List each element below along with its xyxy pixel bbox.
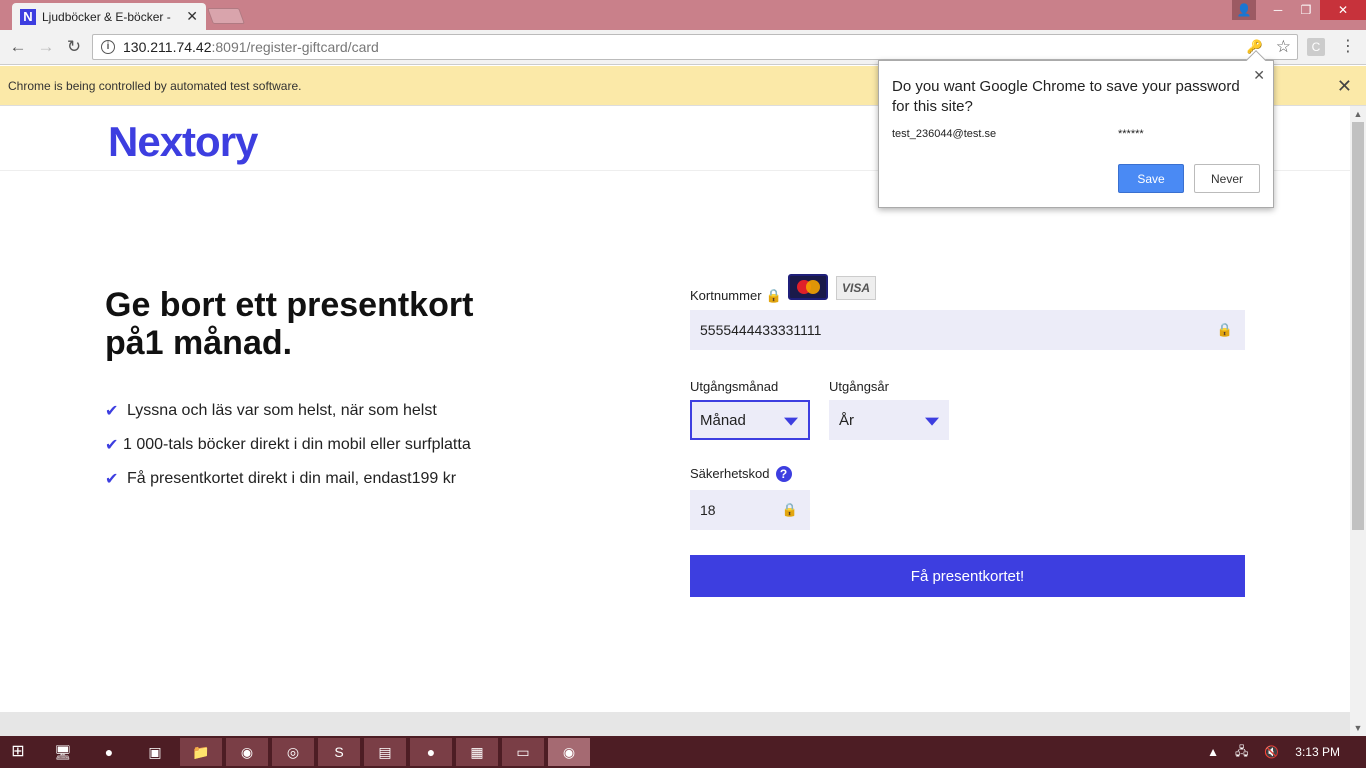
visa-icon: VISA	[836, 276, 876, 300]
submit-button[interactable]: Få presentkortet!	[690, 555, 1245, 597]
save-password-dialog: Do you want Google Chrome to save your p…	[878, 50, 1274, 208]
restore-button[interactable]: ❐	[1292, 0, 1320, 20]
window-controls: 👤 ─ ❐ ✕	[1232, 0, 1366, 20]
minimize-button[interactable]: ─	[1264, 0, 1292, 20]
expiry-year-label: Utgångsår	[829, 379, 889, 394]
cvc-input[interactable]: 18 🔒	[690, 490, 810, 530]
taskbar-firefox-icon[interactable]: ◎	[272, 738, 314, 766]
extension-icon[interactable]: C	[1307, 38, 1325, 56]
taskbar-cmd-icon[interactable]: ▭	[502, 738, 544, 766]
cvc-label: Säkerhetskod	[690, 466, 770, 481]
window-close-button[interactable]: ✕	[1320, 0, 1366, 20]
expiry-month-label: Utgångsmånad	[690, 379, 779, 394]
check-icon: ✔	[105, 437, 119, 454]
site-info-icon[interactable]: i	[101, 40, 115, 54]
address-bar[interactable]: i 130.211.74.42:8091/register-giftcard/c…	[92, 34, 1298, 60]
nextory-logo[interactable]: Nextory	[108, 118, 258, 166]
taskbar-chrome-active-icon[interactable]: ◉	[548, 738, 590, 766]
tray-expand-icon[interactable]: ▲	[1207, 745, 1219, 759]
infobar-text: Chrome is being controlled by automated …	[8, 78, 302, 93]
url-host: 130.211.74.42	[123, 39, 212, 55]
expiry-month-value: Månad	[700, 411, 746, 429]
taskbar-app-icon[interactable]: ▣	[134, 738, 176, 766]
never-button[interactable]: Never	[1194, 164, 1260, 193]
expiry-year-select[interactable]: År	[829, 400, 949, 440]
taskbar-app-icon[interactable]: ▦	[456, 738, 498, 766]
scroll-up-icon[interactable]: ▲	[1350, 106, 1366, 122]
forward-arrow-icon[interactable]: →	[36, 37, 56, 57]
taskbar-app-icon[interactable]: ●	[88, 738, 130, 766]
lock-icon: 🔒	[1216, 322, 1233, 337]
dialog-close-icon[interactable]: ✕	[1253, 67, 1265, 84]
windows-taskbar: ⊞ 🖥 ● ▣ 📁 ◉ ◎ S ▤ ● ▦ ▭ ◉ ▲ 🖧 🔇 3:13 PM	[0, 736, 1366, 768]
chrome-menu-icon[interactable]: ⋮	[1340, 38, 1356, 56]
check-icon: ✔	[105, 403, 119, 420]
feature-text: Få presentkortet direkt i din mail, enda…	[127, 470, 457, 487]
chevron-down-icon	[784, 417, 798, 426]
taskbar-notepad-icon[interactable]: ▤	[364, 738, 406, 766]
taskbar-app-icon[interactable]: ●	[410, 738, 452, 766]
feature-item: ✔ 1 000-tals böcker direkt i din mobil el…	[105, 428, 471, 462]
card-number-label: Kortnummer	[690, 288, 762, 303]
saved-password: ******	[1118, 128, 1144, 140]
browser-tab[interactable]: N Ljudböcker & E-böcker - ✕	[12, 3, 206, 30]
tab-title: Ljudböcker & E-böcker -	[42, 9, 171, 24]
profile-icon[interactable]: 👤	[1232, 0, 1256, 20]
reload-icon[interactable]: ↻	[64, 37, 84, 57]
volume-muted-icon[interactable]: 🔇	[1264, 745, 1279, 759]
page-footer	[0, 712, 1350, 736]
clock[interactable]: 3:13 PM	[1295, 745, 1340, 759]
infobar-close-icon[interactable]: ✕	[1337, 76, 1352, 97]
page-headline: Ge bort ett presentkort på1 månad.	[105, 286, 474, 362]
browser-titlebar: N Ljudböcker & E-böcker - ✕ 👤 ─ ❐ ✕	[0, 0, 1366, 30]
saved-username: test_236044@test.se	[892, 128, 997, 140]
taskbar-skype-icon[interactable]: S	[318, 738, 360, 766]
scroll-thumb[interactable]	[1352, 122, 1364, 530]
tab-close-icon[interactable]: ✕	[186, 8, 198, 25]
feature-list: ✔ Lyssna och läs var som helst, när som h…	[105, 394, 471, 496]
save-password-button[interactable]: Save	[1118, 164, 1184, 193]
url-path: :8091/register-giftcard/card	[211, 39, 379, 55]
save-password-question: Do you want Google Chrome to save your p…	[892, 78, 1240, 115]
feature-text: 1 000-tals böcker direkt i din mobil ell…	[123, 436, 471, 453]
card-number-input[interactable]: 5555444433331111 🔒	[690, 310, 1245, 350]
cvc-value: 18	[700, 502, 716, 518]
feature-item: ✔ Få presentkortet direkt i din mail, end…	[105, 462, 471, 496]
taskbar-explorer-icon[interactable]: 📁	[180, 738, 222, 766]
mastercard-icon	[788, 274, 828, 300]
lock-icon: 🔒	[781, 502, 798, 517]
padlock-icon: 🔒	[765, 288, 782, 303]
chevron-down-icon	[925, 417, 939, 426]
windows-start-icon[interactable]: ⊞	[8, 742, 28, 762]
back-arrow-icon[interactable]: ←	[8, 37, 28, 57]
card-number-label-row: Kortnummer 🔒	[690, 288, 782, 304]
card-number-value: 5555444433331111	[700, 322, 822, 338]
check-icon: ✔	[105, 471, 119, 488]
feature-text: Lyssna och läs var som helst, när som he…	[127, 402, 437, 419]
feature-item: ✔ Lyssna och läs var som helst, när som h…	[105, 394, 471, 428]
expiry-year-value: År	[839, 411, 854, 429]
system-tray: ▲ 🖧 🔇 3:13 PM	[1199, 736, 1366, 768]
nextory-favicon-icon: N	[20, 8, 36, 25]
network-icon[interactable]: 🖧	[1235, 742, 1248, 763]
taskbar-app-icon[interactable]: 🖥	[42, 738, 84, 766]
new-tab-button[interactable]	[207, 8, 245, 24]
cvc-label-row: Säkerhetskod?	[690, 466, 792, 482]
bookmark-star-icon[interactable]: ☆	[1276, 37, 1291, 57]
page-scrollbar[interactable]: ▲ ▼	[1350, 106, 1366, 736]
taskbar-chrome-icon[interactable]: ◉	[226, 738, 268, 766]
help-icon[interactable]: ?	[775, 466, 792, 482]
expiry-month-select[interactable]: Månad	[690, 400, 810, 440]
scroll-down-icon[interactable]: ▼	[1350, 720, 1366, 736]
